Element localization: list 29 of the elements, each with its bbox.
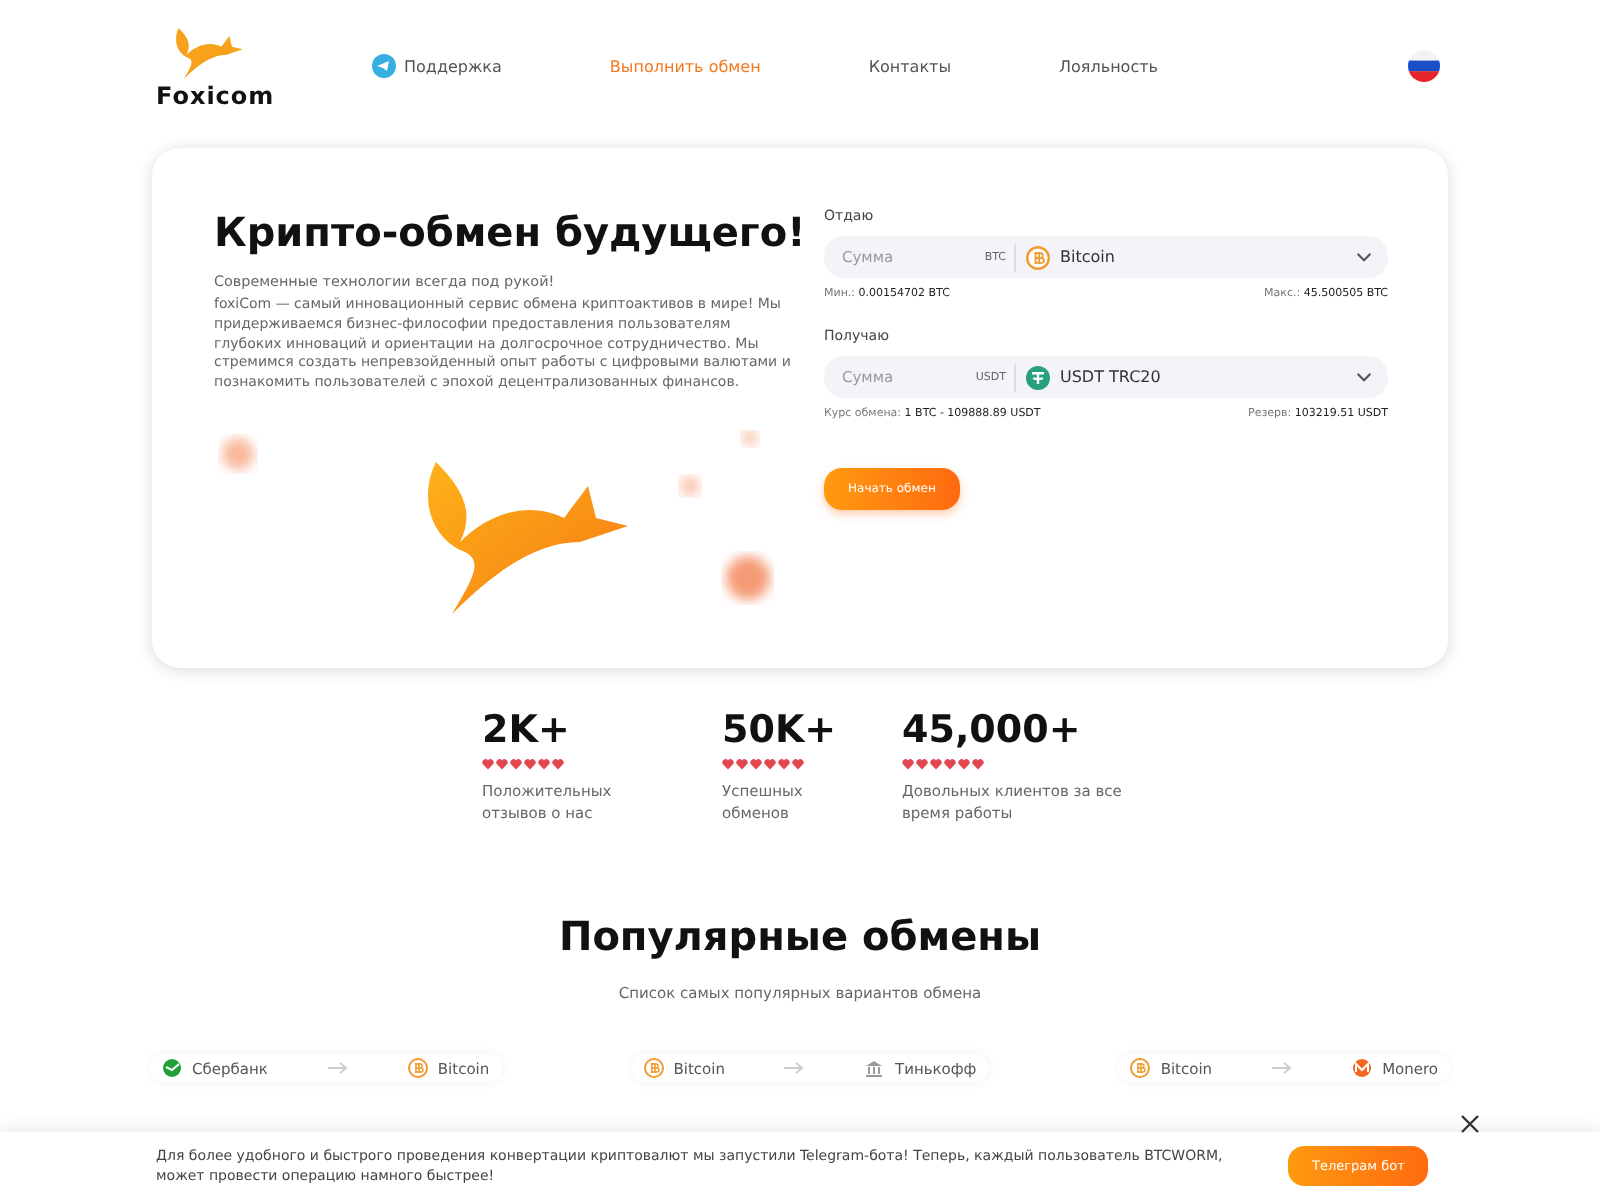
tether-icon xyxy=(1026,365,1050,389)
nav-link[interactable]: Поддержка xyxy=(372,54,502,78)
currency-name: Bitcoin xyxy=(1060,248,1117,266)
arrow-right-icon xyxy=(1272,1062,1293,1074)
telegram-icon xyxy=(372,54,396,78)
bitcoin-icon xyxy=(1026,245,1050,269)
bitcoin-icon xyxy=(407,1058,428,1078)
bank-logo-icon xyxy=(162,1058,182,1078)
bank-icon xyxy=(864,1058,885,1078)
stat-value: 45,000+ xyxy=(902,708,1083,752)
flag-icon[interactable] xyxy=(1408,50,1440,82)
currency-select[interactable]: USDT TRC20 xyxy=(1016,356,1388,398)
arrow-right-icon xyxy=(784,1062,805,1074)
currency-name: USDT TRC20 xyxy=(1060,368,1163,386)
nav-link[interactable]: Контакты xyxy=(868,57,952,75)
nav-link[interactable]: Лояльность xyxy=(1059,57,1158,75)
logo-text: Foxicom xyxy=(156,82,275,110)
close-icon[interactable] xyxy=(1460,1114,1481,1134)
currency-select[interactable]: Bitcoin xyxy=(1016,236,1388,278)
chevron-down-icon xyxy=(1356,252,1372,262)
hero-title: Крипто-обмен будущего! xyxy=(214,208,808,256)
stat-value: 2K+ xyxy=(482,708,572,752)
bitcoin-icon xyxy=(643,1058,664,1078)
chevron-down-icon xyxy=(1356,372,1372,382)
section-title: Популярные обмены xyxy=(558,912,1042,960)
bitcoin-icon xyxy=(1130,1058,1151,1078)
monero-icon xyxy=(1352,1058,1373,1078)
stat-value: 50K+ xyxy=(722,708,839,752)
arrow-right-icon xyxy=(327,1062,348,1074)
